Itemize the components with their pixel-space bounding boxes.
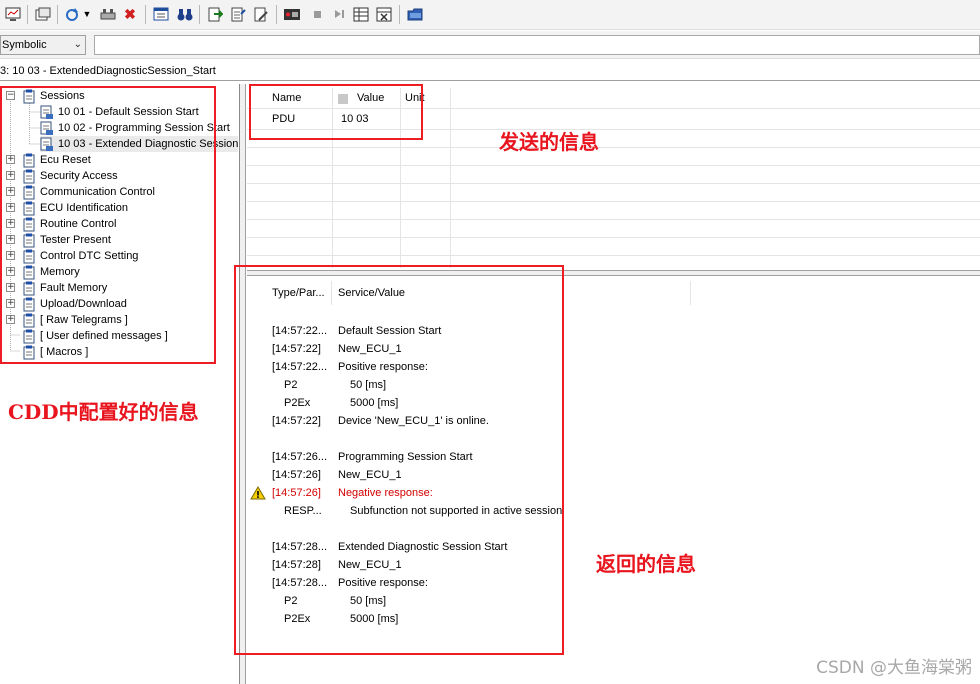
divider (247, 237, 980, 238)
mode-select-value: Symbolic (2, 39, 47, 51)
stop-icon[interactable] (308, 5, 326, 23)
annotation-cdd: CDD中配置好的信息 (8, 400, 199, 424)
connect-icon[interactable] (99, 5, 117, 23)
window-icon[interactable] (34, 5, 52, 23)
divider (247, 147, 980, 148)
skip-icon[interactable] (330, 5, 348, 23)
import-icon[interactable] (229, 5, 247, 23)
watermark: CSDN @大鱼海棠粥 (816, 658, 972, 678)
message-icon[interactable] (152, 5, 170, 23)
table-icon[interactable] (352, 5, 370, 23)
annotation-sent: 发送的信息 (499, 130, 599, 154)
export-icon[interactable] (206, 5, 224, 23)
refresh-dropdown-icon[interactable] (64, 5, 82, 23)
mode-select[interactable]: Symbolic ⌄ (0, 35, 86, 55)
record-icon[interactable] (283, 5, 301, 23)
folder-icon[interactable] (406, 5, 424, 23)
binoculars-icon[interactable] (176, 5, 194, 23)
chevron-down-icon: ⌄ (73, 39, 82, 50)
annotation-box-cdd (0, 86, 216, 364)
divider (690, 281, 691, 305)
monitor-icon[interactable] (4, 5, 22, 23)
annotation-box-sent (249, 84, 423, 140)
table-close-icon[interactable] (375, 5, 393, 23)
divider (247, 201, 980, 202)
chevron-down-icon[interactable]: ▼ (82, 5, 92, 23)
divider (247, 183, 980, 184)
divider (247, 219, 980, 220)
divider (0, 80, 980, 81)
annotation-returned: 返回的信息 (596, 552, 696, 576)
close-icon[interactable]: ✖ (121, 5, 139, 23)
divider (247, 165, 980, 166)
annotation-box-returned (234, 265, 564, 655)
divider (450, 88, 451, 268)
command-bar: Symbolic ⌄ (0, 31, 980, 59)
selected-service-label: 3: 10 03 - ExtendedDiagnosticSession_Sta… (0, 65, 216, 77)
command-input[interactable] (94, 35, 980, 55)
edit-icon[interactable] (252, 5, 270, 23)
main-toolbar: ▼ ✖ (0, 0, 980, 30)
divider (247, 255, 980, 256)
